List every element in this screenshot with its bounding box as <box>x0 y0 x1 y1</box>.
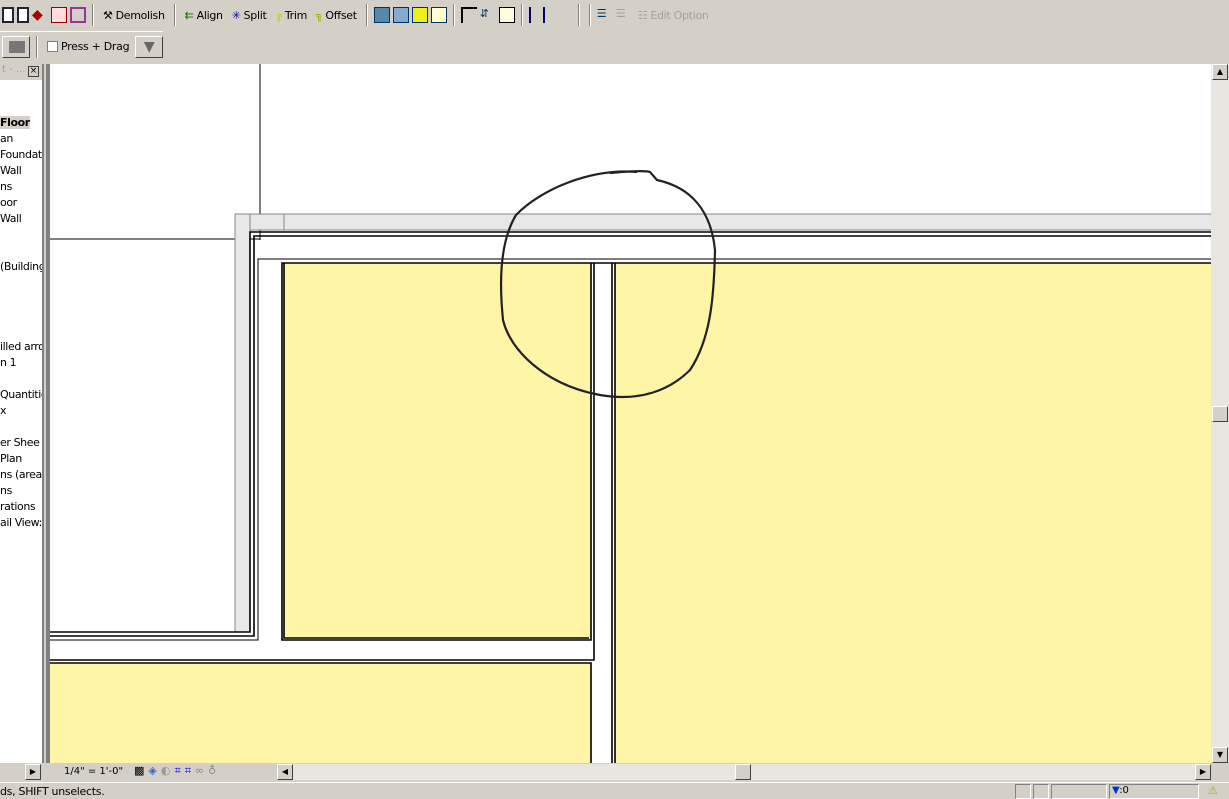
paint-icon[interactable]: ◆ <box>32 7 48 23</box>
view-scale[interactable]: 1/4" = 1'-0" <box>64 766 123 777</box>
crop-icon[interactable]: ⌗ <box>174 764 180 778</box>
demolish-button[interactable]: ⚒ Demolish <box>100 4 168 26</box>
add-to-set-icon: ☰ <box>615 7 626 20</box>
crop-region-icon[interactable]: ⌗ <box>185 764 191 778</box>
gray-band <box>234 213 1211 231</box>
room-fill <box>284 263 591 639</box>
copy2-icon[interactable] <box>392 7 409 23</box>
press-drag-checkbox[interactable]: Press + Drag <box>44 36 132 58</box>
browser-item[interactable]: an <box>0 132 13 145</box>
scroll-right-icon[interactable]: ▶ <box>1195 764 1211 780</box>
status-message: ds, SHIFT unselects. <box>0 785 105 798</box>
wall-join2-icon[interactable] <box>17 7 29 23</box>
browser-item[interactable]: illed arro <box>0 340 42 353</box>
hscroll-thumb[interactable] <box>735 764 751 780</box>
design-options-icon[interactable]: ☰ <box>597 7 613 23</box>
cut-profile-icon[interactable] <box>70 7 86 23</box>
project-browser-title: t - ... <box>2 64 26 75</box>
edit-option-button: ☷ Edit Option <box>637 8 709 22</box>
browser-item[interactable]: ns (area c <box>0 468 42 481</box>
mirror-icon[interactable]: ⇵ <box>480 7 496 23</box>
browser-item[interactable]: Plan <box>0 452 22 465</box>
browser-item[interactable]: er Shee <box>0 436 40 449</box>
shadows-icon[interactable]: ◐ <box>161 764 171 778</box>
browser-item[interactable]: ail View: <box>0 516 42 529</box>
worksharing-icon[interactable]: ⚠ <box>1208 784 1218 797</box>
close-icon[interactable]: × <box>28 66 39 77</box>
view-control-bar: ▶ 1/4" = 1'-0" ▩ ◈ ◐ ⌗ ⌗ ∞ ♁ ◀ ▶ <box>0 763 1229 781</box>
rotate-icon[interactable] <box>430 7 447 23</box>
browser-item[interactable]: ns <box>0 484 12 497</box>
resize-icon[interactable] <box>498 7 515 23</box>
browser-item[interactable]: oor <box>0 196 17 209</box>
browser-item[interactable]: (Building <box>0 260 42 273</box>
checkbox[interactable] <box>47 41 58 52</box>
browser-item[interactable]: Wall <box>0 164 22 177</box>
split-button[interactable]: ✳ Split <box>229 4 270 26</box>
hammer-icon: ⚒ <box>103 8 113 22</box>
floor-plan <box>50 64 1211 763</box>
vertical-scrollbar[interactable]: ▲ ▼ <box>1211 64 1229 763</box>
wall-join-icon[interactable] <box>2 7 14 23</box>
scroll-left-icon[interactable]: ◀ <box>277 764 293 780</box>
array-icon[interactable] <box>460 7 477 23</box>
browser-item[interactable]: rations <box>0 500 36 513</box>
align-icon: ⇇ <box>184 8 194 22</box>
drawing-canvas[interactable] <box>46 64 1211 763</box>
temp-hide-icon[interactable]: ∞ <box>195 764 204 778</box>
reveal-hidden-icon[interactable]: ♁ <box>208 764 216 778</box>
offset-icon: ╗ <box>316 8 323 22</box>
move-icon[interactable] <box>411 7 428 23</box>
main-toolbar: ◆ ⚒ Demolish ⇇ Align ✳ Split ╔ Trim ╗ Offset … <box>0 0 712 30</box>
browser-item[interactable]: Floor <box>0 116 30 129</box>
pin-icon[interactable] <box>528 7 545 23</box>
trim-button[interactable]: ╔ Trim <box>273 4 311 26</box>
room-fill <box>50 663 591 763</box>
filter-button[interactable]: ▼ <box>135 35 164 58</box>
browser-item[interactable]: Wall <box>0 212 22 225</box>
options-bar: Press + Drag ▼ <box>0 31 164 61</box>
browser-item[interactable]: ns <box>0 180 12 193</box>
filter-count[interactable]: ▼:0 <box>1109 784 1199 799</box>
status-bar: ds, SHIFT unselects. ▼:0 ⚠ <box>0 782 1229 799</box>
sidebar-scroll-right-icon[interactable]: ▶ <box>25 764 41 780</box>
scroll-up-icon[interactable]: ▲ <box>1212 64 1228 80</box>
detail-level-icon[interactable]: ▩ <box>134 764 144 778</box>
edit-option-icon: ☷ <box>637 8 648 22</box>
model-graphics-icon[interactable]: ◈ <box>148 764 156 778</box>
copy-icon[interactable] <box>373 7 390 23</box>
trim-icon: ╔ <box>275 8 283 22</box>
browser-item[interactable]: Foundat <box>0 148 42 161</box>
scroll-thumb[interactable] <box>1212 406 1228 422</box>
browser-item[interactable]: x <box>0 404 7 417</box>
scroll-down-icon[interactable]: ▼ <box>1212 747 1228 763</box>
split-face-icon[interactable] <box>51 7 67 23</box>
project-browser: t - ... × Floor an Foundat Wall ns oor Wall (Bui… <box>0 64 44 764</box>
browser-item[interactable]: n 1 <box>0 356 17 369</box>
split-icon: ✳ <box>231 8 241 22</box>
align-button[interactable]: ⇇ Align <box>182 4 226 26</box>
browser-item[interactable]: Quantitie <box>0 388 42 401</box>
modify-button[interactable] <box>2 35 30 58</box>
room-fills <box>50 263 1211 763</box>
horizontal-scrollbar[interactable]: ◀ ▶ <box>277 764 1211 780</box>
offset-button[interactable]: ╗ Offset <box>313 4 360 26</box>
